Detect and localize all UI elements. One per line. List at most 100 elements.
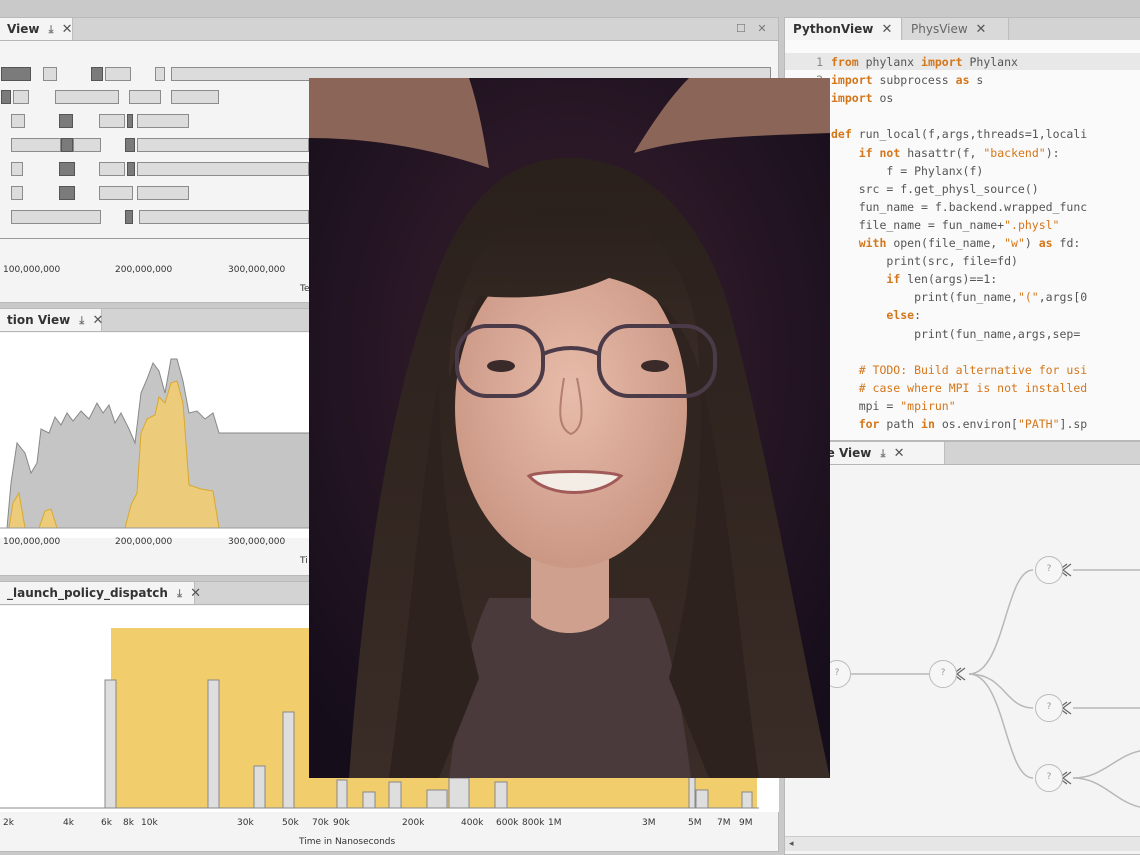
- tree-node[interactable]: ?: [1035, 764, 1063, 792]
- histogram-bar[interactable]: [104, 679, 117, 809]
- timeline-segment[interactable]: [125, 210, 133, 224]
- timeline-segment[interactable]: [99, 114, 125, 128]
- timeline-segment[interactable]: [11, 114, 25, 128]
- histogram-bar[interactable]: [336, 779, 348, 809]
- close-icon[interactable]: ✕: [894, 446, 905, 461]
- download-icon[interactable]: ⤓: [177, 587, 182, 600]
- x-tick-label: 6k: [101, 818, 112, 828]
- code-text: print(fun_name,"(",args[0: [831, 290, 1088, 305]
- code-text: print(fun_name,args,sep=: [831, 326, 1081, 341]
- timeline-segment[interactable]: [137, 162, 309, 176]
- timeline-segment[interactable]: [99, 186, 133, 200]
- code-line[interactable]: 9 fun_name = f.backend.wrapped_func: [785, 198, 1087, 216]
- scroll-left-icon[interactable]: ◂: [789, 837, 794, 851]
- tree-node-label: ?: [1046, 564, 1052, 574]
- histogram-bar[interactable]: [253, 765, 266, 809]
- histogram-bar[interactable]: [695, 789, 709, 809]
- timeline-segment[interactable]: [99, 162, 125, 176]
- timeline-segment[interactable]: [1, 67, 31, 81]
- histogram-bar[interactable]: [741, 791, 753, 809]
- histogram-bar[interactable]: [494, 781, 508, 809]
- python-view-panel: PythonView ✕ PhysView ✕ 1 from phylanx im…: [784, 17, 1140, 441]
- timeline-segment[interactable]: [11, 162, 23, 176]
- code-line[interactable]: 1 from phylanx import Phylanx: [785, 53, 1018, 71]
- code-text: file_name = fun_name+".physl": [831, 217, 1060, 232]
- timeline-segment[interactable]: [139, 210, 309, 224]
- tree-node-label: ?: [1046, 772, 1052, 782]
- timeline-segment[interactable]: [11, 210, 101, 224]
- close-icon[interactable]: ✕: [92, 313, 103, 328]
- timeline-segment[interactable]: [125, 138, 135, 152]
- close-icon[interactable]: ✕: [190, 586, 201, 601]
- tab-phys-view[interactable]: PhysView ✕: [903, 18, 1009, 40]
- timeline-segment[interactable]: [55, 90, 119, 104]
- timeline-segment[interactable]: [105, 67, 131, 81]
- timeline-segment[interactable]: [127, 114, 133, 128]
- histogram-bar[interactable]: [388, 781, 402, 809]
- code-line[interactable]: 21 for path in os.environ["PATH"].sp: [785, 415, 1087, 433]
- histogram-x-ticks: 2k 4k 6k 8k 10k 30k 50k 70k 90k 200k 400…: [0, 818, 779, 832]
- timeline-segment[interactable]: [171, 90, 219, 104]
- close-icon[interactable]: ✕: [976, 22, 987, 37]
- tab-python-view[interactable]: PythonView ✕: [785, 18, 902, 40]
- download-icon[interactable]: ⤓: [881, 447, 886, 460]
- portrait-image: [309, 78, 830, 778]
- utilization-chart: [0, 333, 319, 538]
- timeline-segment[interactable]: [137, 138, 309, 152]
- tab-label: tion View: [7, 313, 71, 327]
- tree-node-label: ?: [1046, 702, 1052, 712]
- timeline-segment[interactable]: [137, 114, 189, 128]
- timeline-segment[interactable]: [13, 90, 29, 104]
- tree-node[interactable]: ?: [929, 660, 957, 688]
- timeline-segment[interactable]: [129, 90, 161, 104]
- code-line[interactable]: 19 # case where MPI is not installed: [785, 379, 1087, 397]
- timeline-segment[interactable]: [43, 67, 57, 81]
- histogram-bar[interactable]: [426, 789, 448, 809]
- download-icon[interactable]: ⤓: [79, 314, 84, 327]
- x-tick-label: 2k: [3, 818, 14, 828]
- timeline-segment[interactable]: [1, 90, 11, 104]
- x-tick-label: 800k: [522, 818, 545, 828]
- timeline-segment[interactable]: [61, 138, 73, 152]
- code-line[interactable]: 18 # TODO: Build alternative for usi: [785, 361, 1087, 379]
- tree-node[interactable]: ?: [1035, 694, 1063, 722]
- histogram-bar[interactable]: [362, 791, 376, 809]
- histogram-bar[interactable]: [207, 679, 220, 809]
- tree-node[interactable]: ?: [1035, 556, 1063, 584]
- timeline-segment[interactable]: [155, 67, 165, 81]
- histogram-bar[interactable]: [448, 777, 470, 809]
- histogram-bar[interactable]: [282, 711, 295, 809]
- timeline-segment[interactable]: [73, 138, 101, 152]
- code-text: src = f.get_physl_source(): [831, 181, 1039, 196]
- code-line[interactable]: 5def run_local(f,args,threads=1,locali: [785, 125, 1087, 143]
- code-line[interactable]: 14 print(fun_name,"(",args[0: [785, 288, 1087, 306]
- tab-utilization-view[interactable]: tion View ⤓ ✕: [0, 309, 103, 331]
- timeline-segment[interactable]: [59, 162, 75, 176]
- x-tick-label: 50k: [282, 818, 299, 828]
- close-icon[interactable]: ✕: [62, 22, 73, 37]
- code-editor[interactable]: 1from phylanx import Phylanx2import subp…: [785, 40, 1140, 440]
- code-text: f = Phylanx(f): [831, 163, 984, 178]
- code-text: mpi = "mpirun": [831, 398, 956, 413]
- horizontal-scrollbar[interactable]: ◂: [785, 836, 1140, 851]
- code-text: def run_local(f,args,threads=1,locali: [831, 127, 1088, 142]
- timeline-segment[interactable]: [59, 114, 73, 128]
- timeline-segment[interactable]: [127, 162, 135, 176]
- timeline-segment[interactable]: [59, 186, 75, 200]
- x-tick-label: 70k: [312, 818, 329, 828]
- timeline-segment[interactable]: [91, 67, 103, 81]
- timeline-segment[interactable]: [11, 186, 23, 200]
- download-icon[interactable]: ⤓: [49, 23, 54, 36]
- tab-histogram-view[interactable]: _launch_policy_dispatch ⤓ ✕: [0, 582, 201, 604]
- timeline-view-tabbar: View ⤓ ✕ ☐ ✕: [0, 18, 778, 41]
- close-icon[interactable]: ✕: [757, 22, 766, 35]
- code-text: fun_name = f.backend.wrapped_func: [831, 199, 1088, 214]
- timeline-segment[interactable]: [11, 138, 61, 152]
- timeline-segment[interactable]: [137, 186, 189, 200]
- x-tick-label: 10k: [141, 818, 158, 828]
- tree-edge: [968, 673, 1034, 779]
- code-text: print(src, file=fd): [831, 254, 1018, 269]
- tab-timeline-view[interactable]: View ⤓ ✕: [0, 18, 73, 40]
- maximize-icon[interactable]: ☐: [736, 22, 746, 35]
- close-icon[interactable]: ✕: [882, 22, 893, 37]
